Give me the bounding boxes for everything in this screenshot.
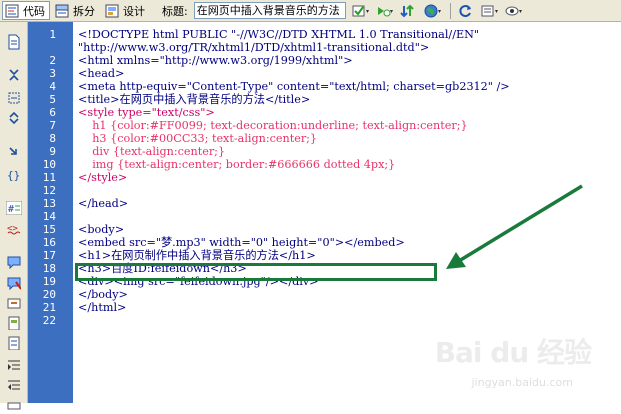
- apply-comment-icon[interactable]: [6, 254, 22, 270]
- toolbar-separator: [449, 2, 451, 19]
- file-management-icon[interactable]: [400, 3, 418, 19]
- format-source-icon[interactable]: [6, 398, 22, 414]
- line-numbers-icon[interactable]: #: [6, 200, 22, 216]
- line-number: 3: [49, 67, 56, 80]
- code-view-icon: [5, 4, 20, 18]
- code-view-button[interactable]: 代码: [2, 1, 50, 20]
- design-view-icon: [105, 4, 120, 18]
- code-line: <meta http-equiv="Content-Type" content=…: [78, 80, 510, 93]
- line-number: 7: [49, 119, 56, 132]
- code-line: <style type="text/css">: [78, 106, 215, 119]
- visual-aids-icon[interactable]: [505, 3, 523, 19]
- line-number: 6: [49, 106, 56, 119]
- line-number: 17: [42, 249, 56, 262]
- line-number: 5: [49, 93, 56, 106]
- line-number: 15: [42, 223, 56, 236]
- design-view-button[interactable]: 设计: [102, 1, 150, 20]
- line-number: 22: [42, 314, 56, 327]
- code-line: <h1>在网页制作中插入背景音乐的方法</h1>: [78, 249, 316, 262]
- code-view-label: 代码: [23, 4, 45, 18]
- indent-code-icon[interactable]: [6, 358, 22, 374]
- outdent-code-icon[interactable]: [6, 378, 22, 394]
- baidu-watermark: Bai du 经验: [434, 336, 592, 369]
- code-line: </style>: [78, 171, 128, 184]
- code-line: </head>: [78, 197, 129, 210]
- recent-snippets-icon[interactable]: [6, 315, 22, 331]
- title-label: 标题:: [162, 4, 188, 18]
- line-number: 1: [49, 28, 56, 41]
- code-line: </html>: [78, 301, 127, 314]
- coding-toolbar: {} # <>: [0, 22, 28, 410]
- code-line: <!DOCTYPE html PUBLIC "-//W3C//DTD XHTML…: [78, 28, 480, 41]
- preview-globe-icon[interactable]: [424, 3, 442, 19]
- highlight-invalid-code-icon[interactable]: <>: [6, 220, 22, 236]
- code-line: div {text-align:center;}: [78, 145, 226, 158]
- collapse-tag-icon[interactable]: [6, 67, 22, 83]
- line-number: 13: [42, 197, 56, 210]
- select-parent-tag-icon[interactable]: [6, 144, 22, 160]
- baidu-watermark-url: jingyan.baidu.com: [471, 376, 573, 389]
- line-number: 9: [49, 145, 56, 158]
- annotation-arrow: [446, 184, 583, 269]
- line-number: 21: [42, 301, 56, 314]
- code-line: h1 {color:#FF0099; text-decoration:under…: [78, 119, 468, 132]
- code-line: h3 {color:#00CC33; text-align:center;}: [78, 132, 318, 145]
- line-number: 19: [42, 275, 56, 288]
- code-line: <html xmlns="http://www.w3.org/1999/xhtm…: [78, 54, 353, 67]
- code-line: img {text-align:center; border:#666666 d…: [78, 158, 396, 171]
- code-line: <body>: [78, 223, 125, 236]
- line-number: 2: [49, 54, 56, 67]
- split-view-label: 拆分: [73, 4, 95, 18]
- browser-check-icon[interactable]: [352, 3, 370, 19]
- collapse-selection-icon[interactable]: [6, 90, 22, 106]
- document-title-input[interactable]: 在网页中插入背景音乐的方法: [193, 2, 346, 19]
- line-number-gutter: 1 2 3 4 5 6 7 8 9 10 11 12 13 14 15 16 1…: [28, 22, 73, 403]
- line-number: 20: [42, 288, 56, 301]
- line-number: 14: [42, 210, 56, 223]
- line-number: 12: [42, 184, 56, 197]
- split-view-button[interactable]: 拆分: [52, 1, 100, 20]
- open-documents-icon[interactable]: [6, 34, 22, 50]
- line-number: 18: [42, 262, 56, 275]
- design-view-label: 设计: [123, 4, 145, 18]
- expand-all-icon[interactable]: [6, 110, 22, 126]
- embed-line-highlight-box: [75, 263, 437, 281]
- code-line: <head>: [78, 67, 125, 80]
- code-line: <embed src="梦.mp3" width="0" height="0">…: [78, 236, 405, 249]
- balance-braces-icon[interactable]: {}: [6, 167, 22, 183]
- move-css-icon[interactable]: [6, 335, 22, 351]
- view-options-icon[interactable]: [481, 3, 499, 19]
- remove-comment-icon[interactable]: [6, 275, 22, 291]
- split-view-icon: [55, 4, 70, 18]
- svg-text:#: #: [8, 204, 14, 215]
- code-line: "http://www.w3.org/TR/xhtml1/DTD/xhtml1-…: [78, 41, 430, 54]
- line-number: 11: [42, 171, 56, 184]
- document-toolbar: 代码 拆分 设计 标题: 在网页中插入背景音乐的方法: [0, 0, 621, 22]
- wrap-tag-icon[interactable]: [6, 295, 22, 311]
- line-number: 16: [42, 236, 56, 249]
- line-number: 8: [49, 132, 56, 145]
- refresh-icon[interactable]: [457, 3, 475, 19]
- svg-text:{}: {}: [7, 169, 20, 182]
- code-line: <title>在网页中插入背景音乐的方法</title>: [78, 93, 311, 106]
- line-number: 4: [49, 80, 56, 93]
- code-line: </body>: [78, 288, 128, 301]
- validate-icon[interactable]: [376, 3, 394, 19]
- line-number: 10: [42, 158, 56, 171]
